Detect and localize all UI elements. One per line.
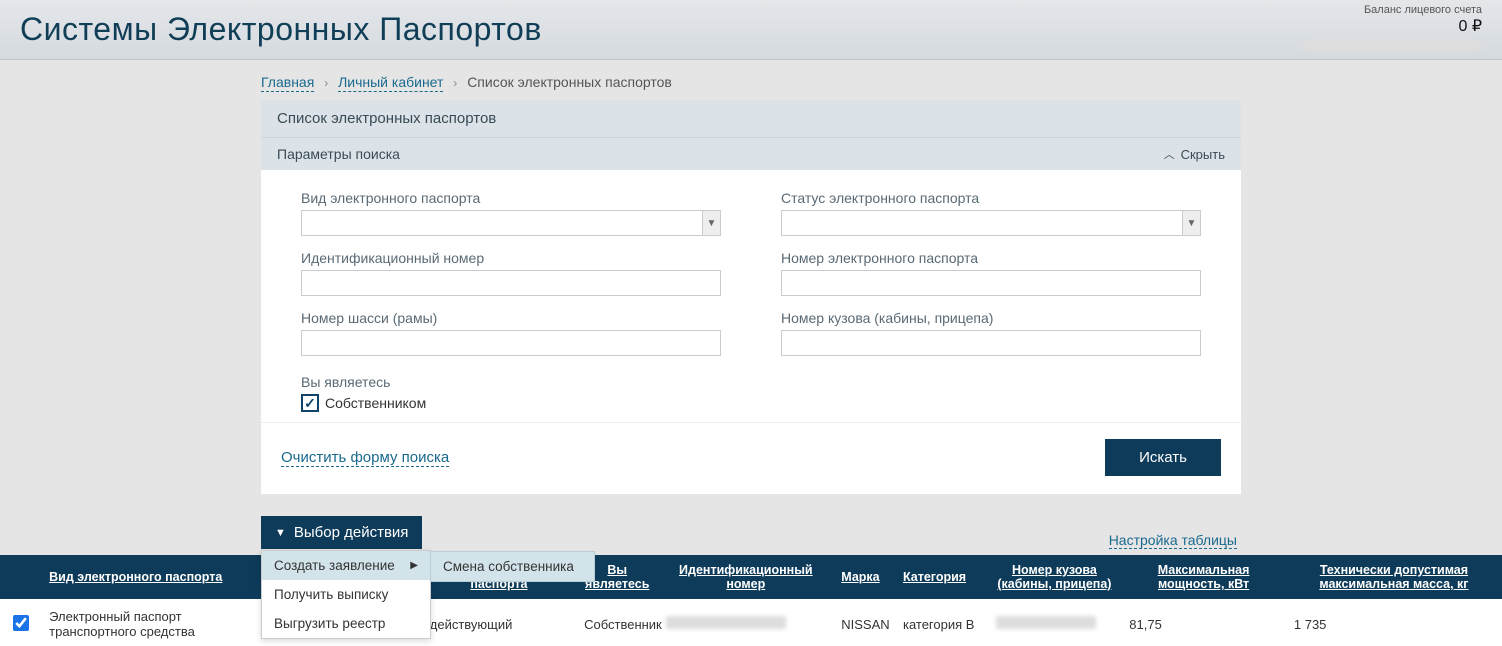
breadcrumb-cabinet[interactable]: Личный кабинет xyxy=(338,74,443,92)
cell-category: категория B xyxy=(895,599,988,646)
action-dropdown[interactable]: ▼ Выбор действия xyxy=(261,516,422,549)
col-body[interactable]: Номер кузова (кабины, прицепа) xyxy=(988,555,1122,599)
owner-checkbox-label: Собственником xyxy=(325,395,426,411)
cell-idnum xyxy=(658,599,833,646)
search-button[interactable]: Искать xyxy=(1105,439,1221,476)
breadcrumb-current: Список электронных паспортов xyxy=(467,74,672,90)
chassis-label: Номер шасси (рамы) xyxy=(301,310,721,326)
chevron-down-icon: ▼ xyxy=(702,211,720,235)
collapse-label: Скрыть xyxy=(1181,147,1225,162)
panel-title: Список электронных паспортов xyxy=(261,100,1241,137)
cell-you-are: Собственник xyxy=(576,599,658,646)
cell-status: действующий xyxy=(422,599,576,646)
results-toolbar: ▼ Выбор действия Создать заявление ▶ Сме… xyxy=(261,516,1241,549)
params-header: Параметры поиска ︿ Скрыть xyxy=(261,137,1241,170)
table-row[interactable]: Электронный паспорт транспортного средст… xyxy=(0,599,1502,646)
search-form: Вид электронного паспорта ▼ Статус элект… xyxy=(261,170,1241,422)
col-power[interactable]: Максимальная мощность, кВт xyxy=(1121,555,1286,599)
col-brand[interactable]: Марка xyxy=(833,555,895,599)
top-bar: Системы Электронных Паспортов Баланс лиц… xyxy=(0,0,1502,60)
breadcrumb: Главная › Личный кабинет › Список электр… xyxy=(261,60,1241,100)
status-label: Статус электронного паспорта xyxy=(781,190,1201,206)
epnum-input[interactable] xyxy=(781,270,1201,296)
balance-block: Баланс лицевого счета 0 ₽ xyxy=(1302,3,1482,56)
type-select[interactable]: ▼ xyxy=(301,210,721,236)
col-mass[interactable]: Технически допустимая максимальная масса… xyxy=(1286,555,1502,599)
balance-redacted xyxy=(1302,40,1482,52)
cell-body xyxy=(988,599,1122,646)
menu-create-application[interactable]: Создать заявление ▶ Смена собственника xyxy=(262,551,430,580)
params-title: Параметры поиска xyxy=(277,146,400,162)
menu-get-extract[interactable]: Получить выписку xyxy=(262,580,430,609)
action-dropdown-label: Выбор действия xyxy=(294,524,409,541)
row-checkbox[interactable] xyxy=(13,615,29,631)
body-input[interactable] xyxy=(781,330,1201,356)
cell-mass: 1 735 xyxy=(1286,599,1502,646)
cell-power: 81,75 xyxy=(1121,599,1286,646)
chevron-up-icon: ︿ xyxy=(1164,146,1175,162)
type-label: Вид электронного паспорта xyxy=(301,190,721,206)
col-idnum[interactable]: Идентификационный номер xyxy=(658,555,833,599)
col-checkbox xyxy=(0,555,41,599)
app-title: Системы Электронных Паспортов xyxy=(20,11,542,48)
results-table: Вид электронного паспорта Статус электро… xyxy=(0,555,1502,646)
col-category[interactable]: Категория xyxy=(895,555,988,599)
collapse-toggle[interactable]: ︿ Скрыть xyxy=(1164,146,1225,162)
epnum-label: Номер электронного паспорта xyxy=(781,250,1201,266)
chevron-down-icon: ▼ xyxy=(1182,211,1200,235)
clear-form-link[interactable]: Очистить форму поиска xyxy=(281,449,449,467)
breadcrumb-home[interactable]: Главная xyxy=(261,74,314,92)
caret-right-icon: ▶ xyxy=(410,560,418,571)
idnum-label: Идентификационный номер xyxy=(301,250,721,266)
caret-down-icon: ▼ xyxy=(275,527,286,539)
table-settings-link[interactable]: Настройка таблицы xyxy=(1109,532,1237,549)
you-are-label: Вы являетесь xyxy=(301,374,1201,390)
col-type[interactable]: Вид электронного паспорта xyxy=(41,555,257,599)
submenu-change-owner[interactable]: Смена собственника xyxy=(431,552,594,581)
owner-checkbox[interactable]: ✓ xyxy=(301,394,319,412)
action-menu: Создать заявление ▶ Смена собственника П… xyxy=(261,550,431,639)
balance-label: Баланс лицевого счета xyxy=(1302,3,1482,17)
idnum-input[interactable] xyxy=(301,270,721,296)
breadcrumb-sep: › xyxy=(324,76,328,90)
balance-amount: 0 ₽ xyxy=(1302,17,1482,38)
status-select[interactable]: ▼ xyxy=(781,210,1201,236)
cell-brand: NISSAN xyxy=(833,599,895,646)
breadcrumb-sep: › xyxy=(453,76,457,90)
menu-export-registry[interactable]: Выгрузить реестр xyxy=(262,609,430,638)
submenu: Смена собственника xyxy=(430,551,595,582)
cell-type: Электронный паспорт транспортного средст… xyxy=(41,599,257,646)
body-label: Номер кузова (кабины, прицепа) xyxy=(781,310,1201,326)
chassis-input[interactable] xyxy=(301,330,721,356)
form-actions: Очистить форму поиска Искать xyxy=(261,422,1241,494)
